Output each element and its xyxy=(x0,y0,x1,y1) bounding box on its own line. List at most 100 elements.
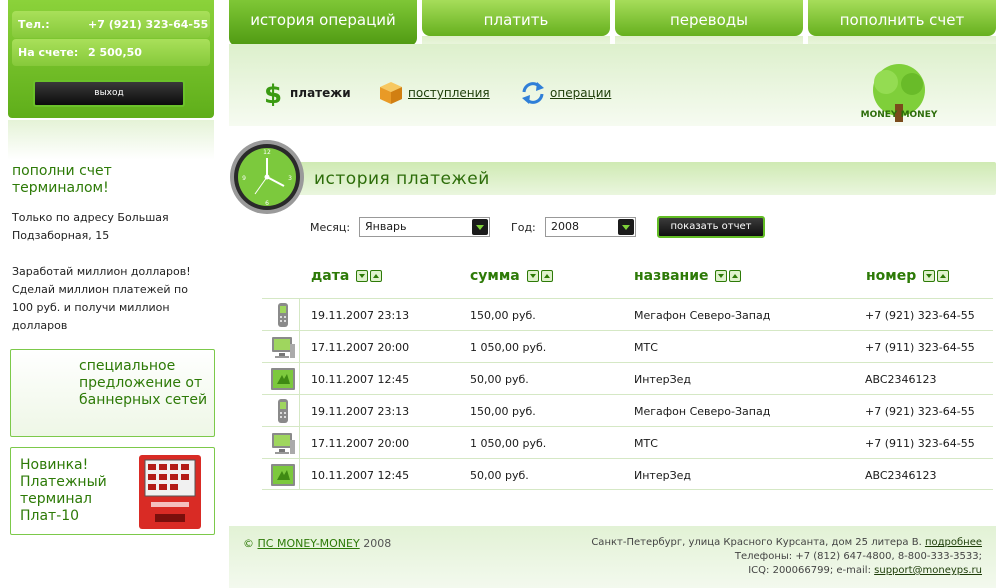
row-date: 19.11.2007 23:13 xyxy=(311,309,410,322)
mobile-phone-icon xyxy=(278,303,288,327)
payment-terminal-icon xyxy=(139,455,201,529)
row-separator xyxy=(299,395,300,426)
column-header-amount-label: сумма xyxy=(470,268,520,284)
sort-asc-icon[interactable] xyxy=(729,270,742,282)
row-number: ABC2346123 xyxy=(865,469,937,482)
sort-desc-icon[interactable] xyxy=(526,270,539,282)
sort-desc-icon[interactable] xyxy=(715,270,728,282)
table-row[interactable]: 17.11.2007 20:00 1 050,00 руб. МТС +7 (9… xyxy=(262,330,993,362)
column-header-date: дата xyxy=(311,268,383,284)
month-select[interactable]: Январь xyxy=(359,217,490,237)
subnav-receipts-label: поступления xyxy=(408,86,490,100)
sort-asc-icon[interactable] xyxy=(937,270,950,282)
account-panel: Тел.: +7 (921) 323-64-55 На счете: 2 500… xyxy=(8,0,214,118)
phone-value: +7 (921) 323-64-55 xyxy=(88,18,209,31)
special-offer-banner[interactable]: специальное предложение от баннерных сет… xyxy=(10,349,215,437)
tab-operations-history[interactable]: история операций xyxy=(229,0,417,60)
svg-text:9: 9 xyxy=(242,175,246,182)
row-separator xyxy=(299,363,300,394)
company-link[interactable]: ПС MONEY-MONEY xyxy=(258,537,360,550)
svg-text:12: 12 xyxy=(263,149,271,156)
phone-label: Тел.: xyxy=(18,18,50,31)
package-box-icon xyxy=(380,82,402,104)
footer-copyright: © ПС MONEY-MONEY 2008 xyxy=(243,537,391,550)
row-amount: 50,00 руб. xyxy=(470,373,529,386)
clock-icon: 12 3 6 9 xyxy=(230,140,304,214)
svg-text:$: $ xyxy=(264,80,282,106)
terminal-banner-text: Новинка! Платежный терминал Плат-10 xyxy=(20,457,107,524)
column-header-name-label: название xyxy=(634,268,709,284)
page-title: история платежей xyxy=(314,169,490,189)
special-offer-text: специальное предложение от баннерных сет… xyxy=(79,358,208,408)
footer-contacts: Санкт-Петербург, улица Красного Курсанта… xyxy=(462,536,982,578)
payments-table: 19.11.2007 23:13 150,00 руб. Мегафон Сев… xyxy=(262,298,993,490)
logo-text: MONEY MONEY xyxy=(860,110,938,120)
row-name: МТС xyxy=(634,341,658,354)
row-separator xyxy=(299,459,300,490)
sort-desc-icon[interactable] xyxy=(356,270,369,282)
chevron-down-icon xyxy=(472,219,488,235)
year-select[interactable]: 2008 xyxy=(545,217,636,237)
table-row[interactable]: 19.11.2007 23:13 150,00 руб. Мегафон Сев… xyxy=(262,298,993,330)
row-amount: 1 050,00 руб. xyxy=(470,437,547,450)
dollar-icon: $ xyxy=(264,80,282,106)
row-name: ИнтерЗед xyxy=(634,469,692,482)
refresh-arrows-icon xyxy=(522,82,544,104)
mobile-phone-icon xyxy=(278,399,288,423)
money-tree-logo xyxy=(873,64,925,122)
column-header-amount: сумма xyxy=(470,268,553,284)
table-row[interactable]: 10.11.2007 12:45 50,00 руб. ИнтерЗед ABC… xyxy=(262,458,993,490)
year-value: 2008 xyxy=(551,220,579,233)
account-panel-reflection xyxy=(8,120,214,160)
computer-icon xyxy=(272,433,295,454)
month-value: Январь xyxy=(365,220,407,233)
month-label: Месяц: xyxy=(310,221,351,234)
more-link[interactable]: подробнее xyxy=(925,537,982,548)
support-email-link[interactable]: support@moneyps.ru xyxy=(874,565,982,576)
column-header-number-label: номер xyxy=(866,268,917,284)
internet-icon xyxy=(271,464,295,486)
show-report-button[interactable]: показать отчет xyxy=(657,216,765,238)
sort-asc-icon[interactable] xyxy=(540,270,553,282)
sort-asc-icon[interactable] xyxy=(370,270,383,282)
table-row[interactable]: 19.11.2007 23:13 150,00 руб. Мегафон Сев… xyxy=(262,394,993,426)
subnav-payments-label: платежи xyxy=(290,86,351,100)
terminal-banner[interactable]: Новинка! Платежный терминал Плат-10 xyxy=(10,447,215,535)
balance-row: На счете: 2 500,50 xyxy=(12,39,210,66)
table-row[interactable]: 17.11.2007 20:00 1 050,00 руб. МТС +7 (9… xyxy=(262,426,993,458)
balance-value: 2 500,50 xyxy=(88,46,142,59)
sort-desc-icon[interactable] xyxy=(923,270,936,282)
svg-text:3: 3 xyxy=(288,175,292,182)
promo-title: пополни счет терминалом! xyxy=(12,163,112,196)
row-date: 10.11.2007 12:45 xyxy=(311,373,410,386)
tab-transfers[interactable]: переводы xyxy=(615,0,803,36)
row-name: Мегафон Северо-Запад xyxy=(634,405,771,418)
column-header-number: номер xyxy=(866,268,950,284)
row-date: 19.11.2007 23:13 xyxy=(311,405,410,418)
row-number: +7 (921) 323-64-55 xyxy=(865,309,975,322)
row-number: +7 (911) 323-64-55 xyxy=(865,437,975,450)
table-row[interactable]: 10.11.2007 12:45 50,00 руб. ИнтерЗед ABC… xyxy=(262,362,993,394)
row-separator xyxy=(299,299,300,330)
column-header-name: название xyxy=(634,268,742,284)
subnav-operations-label: операции xyxy=(550,86,612,100)
tab-top-up[interactable]: пополнить счет xyxy=(808,0,996,36)
row-amount: 150,00 руб. xyxy=(470,405,536,418)
copyright-year: 2008 xyxy=(363,537,392,550)
phone-row: Тел.: +7 (921) 323-64-55 xyxy=(12,11,210,38)
row-number: +7 (921) 323-64-55 xyxy=(865,405,975,418)
footer-phones: Телефоны: +7 (812) 647-4800, 8-800-333-3… xyxy=(734,551,982,562)
internet-icon xyxy=(271,368,295,390)
chevron-down-icon xyxy=(618,219,634,235)
column-header-date-label: дата xyxy=(311,268,350,284)
row-date: 10.11.2007 12:45 xyxy=(311,469,410,482)
row-name: ИнтерЗед xyxy=(634,373,692,386)
row-amount: 1 050,00 руб. xyxy=(470,341,547,354)
footer-address: Санкт-Петербург, улица Красного Курсанта… xyxy=(591,537,922,548)
logout-button[interactable]: выход xyxy=(33,80,185,107)
tab-pay[interactable]: платить xyxy=(422,0,610,36)
promo-million-text: Заработай миллион долларов! Сделай милли… xyxy=(12,265,191,332)
row-separator xyxy=(299,427,300,458)
svg-text:6: 6 xyxy=(265,200,269,207)
copyright-symbol: © xyxy=(243,537,254,550)
